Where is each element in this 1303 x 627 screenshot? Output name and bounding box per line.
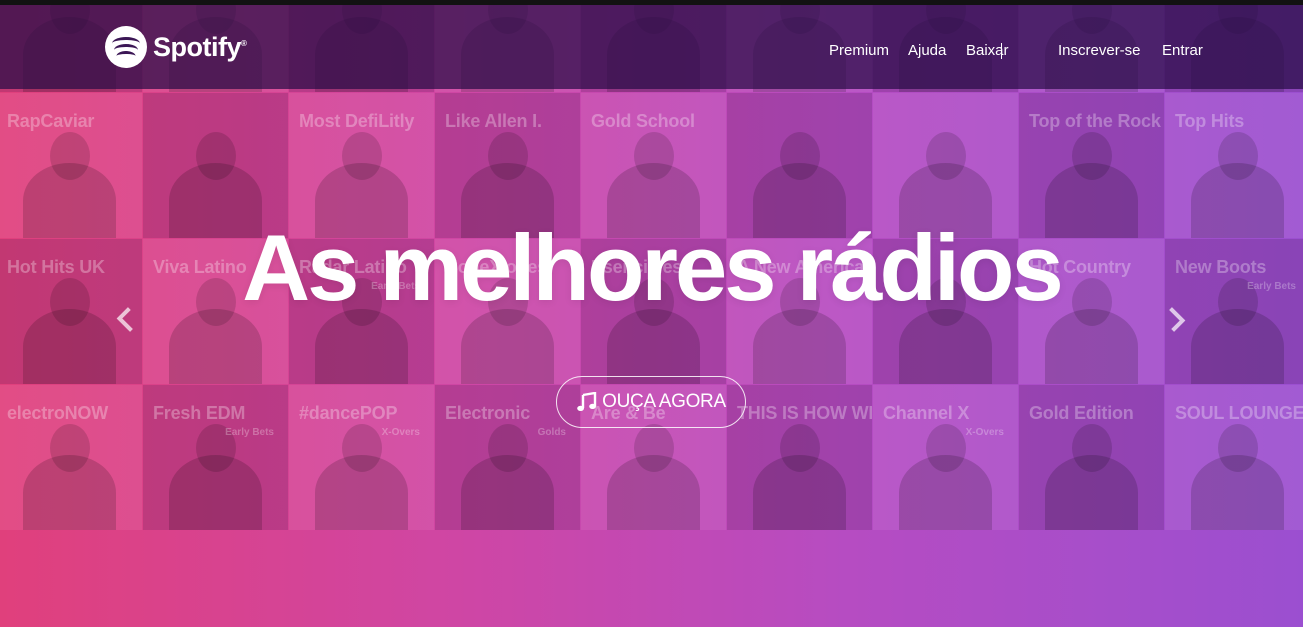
playlist-tile: Gold Edition (1019, 385, 1164, 530)
tile-figure-head (1217, 424, 1258, 472)
tile-figure-head (49, 424, 90, 472)
tile-figure-head (925, 424, 966, 472)
tile-title: Top of the Rock (1029, 111, 1161, 131)
logo-wordmark: Spotify® (153, 31, 247, 62)
tile-figure-head (1217, 132, 1258, 180)
music-note-icon (577, 392, 597, 411)
listen-now-label: OUÇA AGORA (602, 391, 726, 412)
nav-signup[interactable]: Inscrever-se (1058, 42, 1141, 59)
tile-title: Most DefiLitly (299, 111, 415, 131)
tile-figure-head (633, 424, 674, 472)
playlist-tile: #dancePOP X-Overs (289, 385, 434, 530)
tile-title: RapCaviar (7, 111, 95, 131)
playlist-tile: SOUL LOUNGE (1165, 385, 1303, 530)
tile-subtitle: X-Overs (381, 427, 420, 438)
tile-title: THIS IS HOW WE DO (737, 403, 872, 423)
nav-separator (1001, 43, 1002, 59)
tile-figure-head (779, 424, 820, 472)
tile-title: Top Hits (1175, 111, 1245, 131)
playlist-tile: Channel X X-Overs (873, 385, 1018, 530)
nav-help[interactable]: Ajuda (908, 42, 946, 59)
playlist-tile: THIS IS HOW WE DO (727, 385, 872, 530)
tile-figure-head (341, 424, 382, 472)
spotify-logo[interactable]: Spotify® (105, 26, 247, 68)
nav-login[interactable]: Entrar (1162, 42, 1203, 59)
tile-figure-head (487, 424, 528, 472)
tile-title: Gold Edition (1029, 403, 1134, 423)
listen-now-button[interactable]: OUÇA AGORA (556, 376, 746, 428)
playlist-tile: electroNOW (0, 385, 142, 530)
tile-figure-head (487, 132, 528, 180)
nav-premium[interactable]: Premium (829, 42, 889, 59)
tile-title: SOUL LOUNGE (1175, 403, 1303, 423)
tile-figure-head (1071, 424, 1112, 472)
nav-download[interactable]: Baixar (966, 42, 1009, 59)
tile-figure-head (49, 132, 90, 180)
tile-title: Like Allen I. (445, 111, 542, 131)
tile-figure-head (633, 132, 674, 180)
tile-figure-head (779, 132, 820, 180)
spotify-logo-icon (105, 26, 147, 68)
tile-subtitle: Golds (537, 427, 566, 438)
tile-title: electroNOW (7, 403, 109, 423)
tile-title: #dancePOP (299, 403, 398, 423)
site-header: Spotify® Premium Ajuda Baixar Inscrever-… (0, 5, 1303, 89)
carousel-prev-button[interactable] (113, 302, 142, 336)
tile-figure-head (341, 132, 382, 180)
playlist-tile: Fresh EDM Early Bets (143, 385, 288, 530)
tile-figure-head (195, 132, 236, 180)
tile-figure-head (925, 132, 966, 180)
tile-subtitle: X-Overs (965, 427, 1004, 438)
tile-title: Channel X (883, 403, 970, 423)
carousel-next-button[interactable] (1160, 302, 1189, 336)
hero-headline: As melhores rádios (242, 215, 1063, 320)
tile-title: Electronic (445, 403, 531, 423)
tile-subtitle: Early Bets (225, 427, 274, 438)
tile-title: Fresh EDM (153, 403, 246, 423)
tile-figure-head (1071, 132, 1112, 180)
chevron-right-icon (1160, 306, 1186, 332)
tile-title: Gold School (591, 111, 695, 131)
